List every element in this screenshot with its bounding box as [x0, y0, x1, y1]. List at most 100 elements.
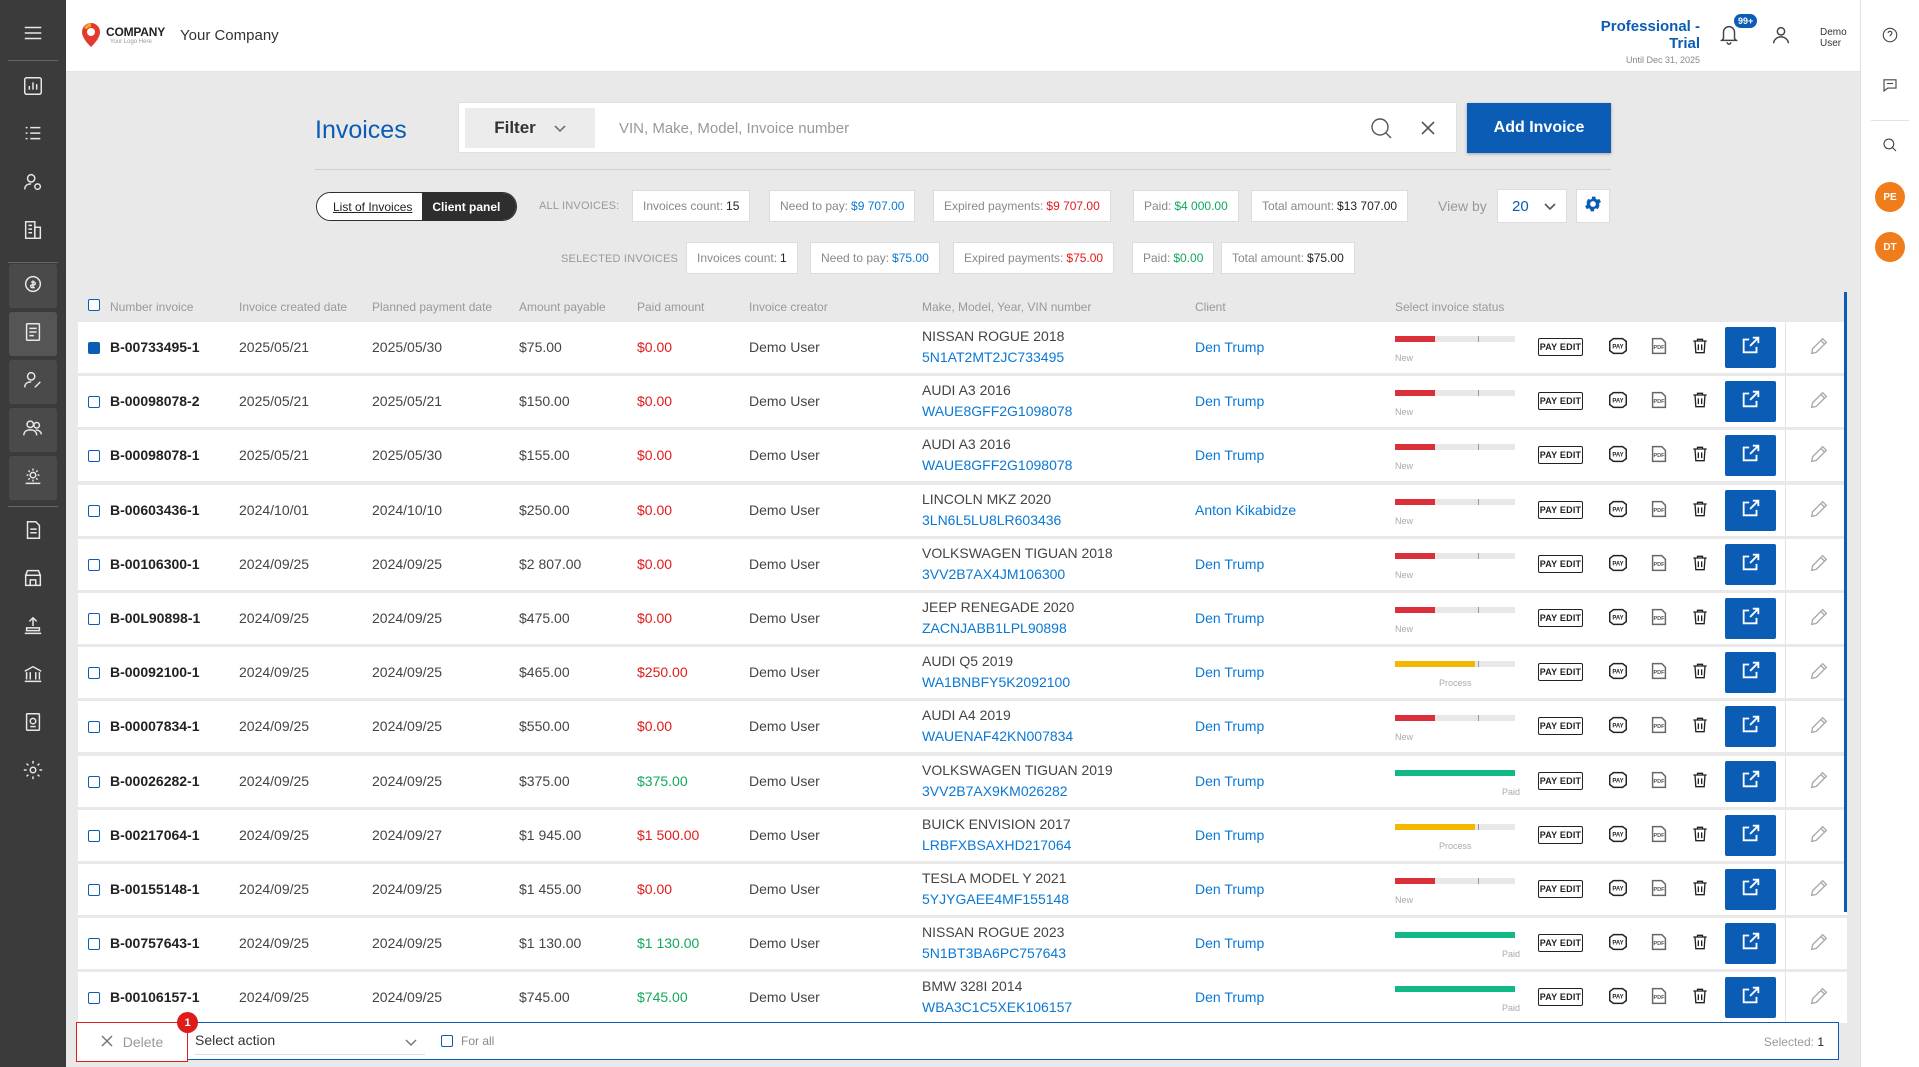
status-progress-bar[interactable]: [1395, 336, 1515, 342]
open-invoice-button[interactable]: [1725, 815, 1776, 856]
status-progress-bar[interactable]: [1395, 824, 1515, 830]
table-row[interactable]: B-00733495-1 2025/05/21 2025/05/30 $75.0…: [78, 322, 1847, 373]
edit-invoice-button[interactable]: [1807, 986, 1831, 1010]
table-row[interactable]: B-00007834-1 2024/09/25 2024/09/25 $550.…: [78, 701, 1847, 752]
delete-row-button[interactable]: [1688, 715, 1712, 739]
open-invoice-button[interactable]: [1725, 490, 1776, 531]
edit-invoice-button[interactable]: [1807, 661, 1831, 685]
open-invoice-button[interactable]: [1725, 435, 1776, 476]
client-link[interactable]: Den Trump: [1195, 989, 1264, 1005]
open-invoice-button[interactable]: [1725, 706, 1776, 747]
client-link[interactable]: Den Trump: [1195, 610, 1264, 626]
vehicle-vin[interactable]: 3LN6L5LU8LR603436: [922, 510, 1061, 531]
pdf-button[interactable]: PDF: [1647, 607, 1671, 631]
pay-edit-button[interactable]: PAY EDIT: [1538, 772, 1583, 790]
pdf-button[interactable]: PDF: [1647, 986, 1671, 1010]
vehicle-vin[interactable]: WAUENAF42KN007834: [922, 726, 1073, 747]
vehicle-vin[interactable]: 3VV2B7AX4JM106300: [922, 564, 1113, 585]
status-progress-bar[interactable]: [1395, 715, 1515, 721]
delete-row-button[interactable]: [1688, 661, 1712, 685]
delete-row-button[interactable]: [1688, 336, 1712, 360]
clear-search-button[interactable]: [1420, 120, 1438, 138]
pdf-button[interactable]: PDF: [1647, 932, 1671, 956]
pdf-button[interactable]: PDF: [1647, 715, 1671, 739]
pdf-button[interactable]: PDF: [1647, 878, 1671, 902]
sidebar-item-team[interactable]: [9, 408, 57, 452]
row-checkbox[interactable]: [88, 830, 100, 842]
open-invoice-button[interactable]: [1725, 761, 1776, 802]
client-link[interactable]: Den Trump: [1195, 339, 1264, 355]
status-progress-bar[interactable]: [1395, 390, 1515, 396]
vehicle-vin[interactable]: 5N1AT2MT2JC733495: [922, 347, 1064, 368]
delete-row-button[interactable]: [1688, 932, 1712, 956]
client-link[interactable]: Den Trump: [1195, 881, 1264, 897]
sidebar-item-customers[interactable]: [9, 162, 57, 206]
pay-button[interactable]: PAY: [1606, 770, 1630, 794]
table-row[interactable]: B-00217064-1 2024/09/25 2024/09/27 $1 94…: [78, 810, 1847, 861]
row-checkbox[interactable]: [88, 776, 100, 788]
sidebar-item-payments[interactable]: [9, 264, 57, 308]
status-progress-bar[interactable]: [1395, 986, 1515, 992]
pay-edit-button[interactable]: PAY EDIT: [1538, 988, 1583, 1006]
status-progress-bar[interactable]: [1395, 553, 1515, 559]
pay-button[interactable]: PAY: [1606, 499, 1630, 523]
vehicle-vin[interactable]: LRBFXBSAXHD217064: [922, 835, 1071, 856]
delete-row-button[interactable]: [1688, 553, 1712, 577]
table-settings-button[interactable]: [1576, 189, 1610, 223]
sidebar-item-reports[interactable]: [9, 702, 57, 746]
toggle-list-of-invoices[interactable]: List of Invoices: [317, 193, 423, 220]
row-checkbox[interactable]: [88, 450, 100, 462]
global-search-button[interactable]: [1879, 136, 1901, 158]
pay-edit-button[interactable]: PAY EDIT: [1538, 826, 1583, 844]
row-checkbox[interactable]: [88, 884, 100, 896]
user-badge-pe[interactable]: PE: [1875, 182, 1905, 212]
pdf-button[interactable]: PDF: [1647, 661, 1671, 685]
edit-invoice-button[interactable]: [1807, 824, 1831, 848]
select-all-checkbox[interactable]: [88, 299, 100, 311]
pay-edit-button[interactable]: PAY EDIT: [1538, 446, 1583, 464]
invoice-number[interactable]: B-00757643-1: [110, 935, 200, 951]
edit-invoice-button[interactable]: [1807, 770, 1831, 794]
for-all-checkbox[interactable]: [441, 1035, 453, 1047]
user-badge-dt[interactable]: DT: [1875, 232, 1905, 262]
table-row[interactable]: B-00098078-1 2025/05/21 2025/05/30 $155.…: [78, 430, 1847, 481]
table-row[interactable]: B-00026282-1 2024/09/25 2024/09/25 $375.…: [78, 756, 1847, 807]
row-checkbox[interactable]: [88, 938, 100, 950]
edit-invoice-button[interactable]: [1807, 878, 1831, 902]
select-action-dropdown[interactable]: Select action: [195, 1029, 425, 1055]
status-progress-bar[interactable]: [1395, 932, 1515, 938]
status-progress-bar[interactable]: [1395, 878, 1515, 884]
client-link[interactable]: Den Trump: [1195, 556, 1264, 572]
client-link[interactable]: Den Trump: [1195, 447, 1264, 463]
open-invoice-button[interactable]: [1725, 923, 1776, 964]
delete-button[interactable]: Delete: [76, 1022, 188, 1062]
pdf-button[interactable]: PDF: [1647, 499, 1671, 523]
delete-row-button[interactable]: [1688, 607, 1712, 631]
pay-button[interactable]: PAY: [1606, 553, 1630, 577]
delete-row-button[interactable]: [1688, 986, 1712, 1010]
search-button[interactable]: [1369, 116, 1393, 140]
invoice-number[interactable]: B-00007834-1: [110, 718, 200, 734]
delete-row-button[interactable]: [1688, 390, 1712, 414]
pay-button[interactable]: PAY: [1606, 336, 1630, 360]
table-row[interactable]: B-00L90898-1 2024/09/25 2024/09/25 $475.…: [78, 593, 1847, 644]
search-input[interactable]: [619, 117, 1359, 139]
sidebar-item-services[interactable]: [9, 456, 57, 500]
edit-invoice-button[interactable]: [1807, 607, 1831, 631]
open-invoice-button[interactable]: [1725, 652, 1776, 693]
pay-edit-button[interactable]: PAY EDIT: [1538, 392, 1583, 410]
table-row[interactable]: B-00603436-1 2024/10/01 2024/10/10 $250.…: [78, 485, 1847, 536]
help-button[interactable]: [1879, 26, 1901, 48]
open-invoice-button[interactable]: [1725, 977, 1776, 1018]
pay-button[interactable]: PAY: [1606, 932, 1630, 956]
pdf-button[interactable]: PDF: [1647, 336, 1671, 360]
column-amount-payable[interactable]: Amount payable: [519, 300, 606, 314]
invoice-number[interactable]: B-00106157-1: [110, 989, 200, 1005]
for-all-option[interactable]: For all: [441, 1034, 494, 1048]
filter-button[interactable]: Filter: [465, 108, 595, 148]
status-progress-bar[interactable]: [1395, 770, 1515, 776]
row-checkbox[interactable]: [88, 505, 100, 517]
column-planned-date[interactable]: Planned payment date: [372, 300, 492, 314]
pay-button[interactable]: PAY: [1606, 715, 1630, 739]
user-name[interactable]: Demo User: [1820, 27, 1847, 49]
